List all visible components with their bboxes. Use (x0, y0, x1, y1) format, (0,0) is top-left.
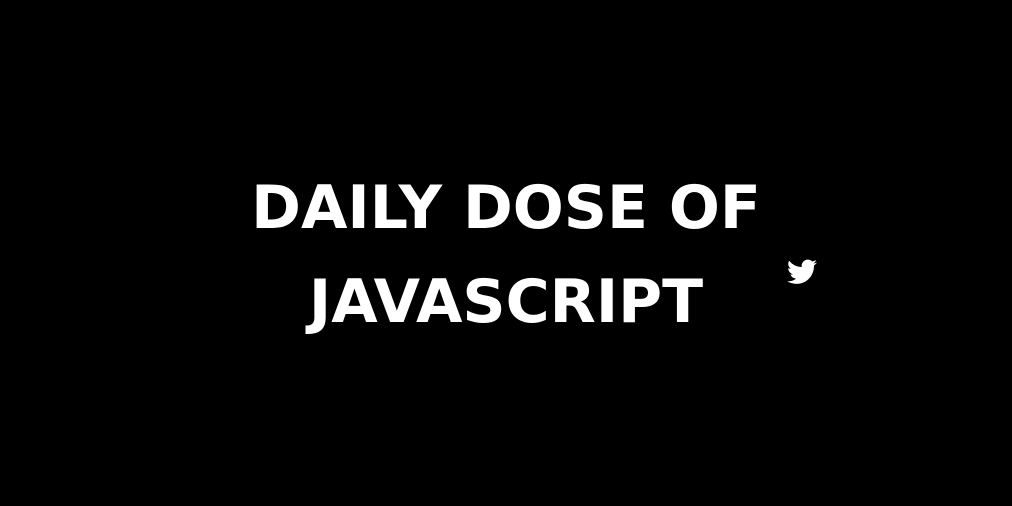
banner: DAILY DOSE OF JAVASCRIPT (0, 0, 1012, 506)
title-line-2: JAVASCRIPT (308, 267, 704, 337)
twitter-icon (787, 259, 817, 285)
title-line-1: DAILY DOSE OF (251, 173, 761, 243)
